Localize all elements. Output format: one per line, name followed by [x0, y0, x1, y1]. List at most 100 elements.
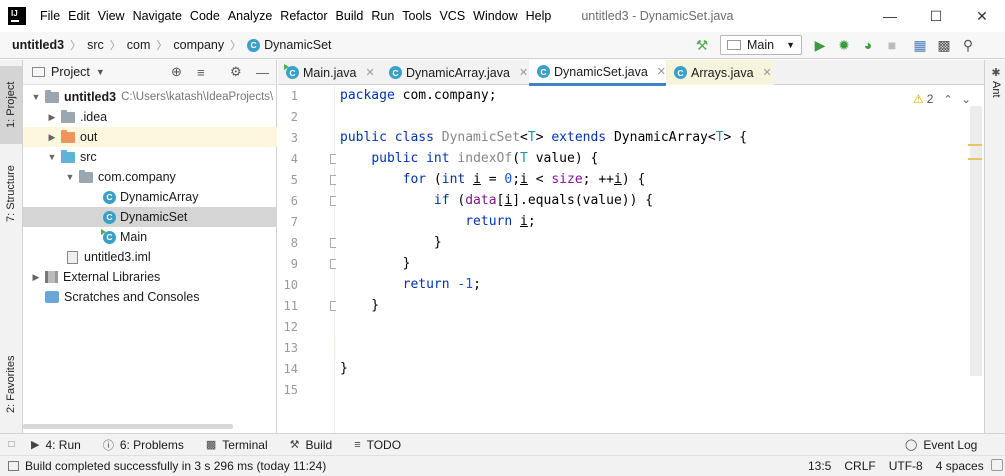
- hide-icon[interactable]: —: [256, 65, 269, 80]
- chevron-up-icon[interactable]: ⌃: [943, 93, 952, 106]
- tool-tab-ant[interactable]: ✱ Ant: [987, 66, 1005, 98]
- menu-build[interactable]: Build: [332, 9, 368, 23]
- locate-icon[interactable]: ⊕: [171, 64, 182, 80]
- tree-item-label: DynamicArray: [120, 190, 199, 204]
- tool-tab-build[interactable]: ⚒ Build: [290, 438, 333, 452]
- breadcrumb-company[interactable]: company: [173, 38, 224, 52]
- chevron-down-icon: ▼: [31, 92, 41, 102]
- line-number: 15: [283, 383, 298, 397]
- breadcrumb-project[interactable]: untitled3: [12, 38, 64, 52]
- menu-code[interactable]: Code: [186, 9, 224, 23]
- run-icon[interactable]: ▶: [808, 33, 832, 57]
- caret-position[interactable]: 13:5: [808, 459, 831, 473]
- warning-count: 2: [926, 92, 934, 106]
- tool-tab-event-log[interactable]: ◯ Event Log: [905, 438, 977, 452]
- chevron-right-icon: 〉: [230, 40, 242, 52]
- menu-vcs[interactable]: VCS: [435, 9, 469, 23]
- close-tab-icon[interactable]: ✕: [366, 66, 375, 79]
- tab-main-java[interactable]: C Main.java ✕: [278, 60, 381, 85]
- inspection-widget[interactable]: ⚠ 2 ⌃ ⌄: [913, 92, 971, 106]
- tool-tab-run[interactable]: ▶ 4: Run: [31, 438, 81, 452]
- tree-item-project-root[interactable]: ▼ untitled3 C:\Users\katash\IdeaProjects…: [23, 87, 277, 107]
- breadcrumb-src[interactable]: src: [87, 38, 104, 52]
- run-configuration-select[interactable]: Main ▼: [720, 35, 803, 55]
- lock-icon[interactable]: [990, 459, 1003, 471]
- line-number: 10: [283, 278, 298, 292]
- tree-item-scratches[interactable]: Scratches and Consoles: [23, 287, 277, 307]
- editor-scrollbar[interactable]: [968, 86, 984, 433]
- menu-navigate[interactable]: Navigate: [129, 9, 186, 23]
- folder-icon: [45, 89, 59, 103]
- warning-marker[interactable]: [968, 144, 982, 146]
- coverage-icon[interactable]: ◕: [856, 33, 880, 57]
- status-toggle-icon[interactable]: [8, 461, 19, 471]
- tree-item-iml[interactable]: untitled3.iml: [23, 247, 277, 267]
- horizontal-scrollbar[interactable]: [23, 424, 233, 429]
- class-icon: C: [103, 210, 116, 224]
- tab-dynamicset-java[interactable]: C DynamicSet.java ✕: [529, 60, 666, 86]
- tool-tab-todo[interactable]: ≡ TODO: [354, 438, 401, 452]
- project-panel-title[interactable]: Project: [51, 65, 90, 79]
- menu-window[interactable]: Window: [469, 9, 521, 23]
- tab-dynamicarray-java[interactable]: C DynamicArray.java ✕: [381, 60, 529, 85]
- tree-item-label: .idea: [80, 110, 108, 124]
- terminal-icon[interactable]: ▩: [932, 33, 956, 57]
- bottom-tool-bar: □ ▶ 4: Run ⓘ 6: Problems ▩ Terminal ⚒ Build …: [0, 433, 1005, 455]
- close-tab-icon[interactable]: ✕: [657, 65, 666, 78]
- tool-tab-structure[interactable]: 7: Structure: [0, 155, 22, 233]
- close-button[interactable]: ✕: [959, 0, 1005, 32]
- menu-analyze[interactable]: Analyze: [224, 9, 276, 23]
- hammer-icon: ⚒: [289, 439, 300, 451]
- menu-help[interactable]: Help: [522, 9, 556, 23]
- close-tab-icon[interactable]: ✕: [519, 66, 528, 79]
- indent-setting[interactable]: 4 spaces: [936, 459, 984, 473]
- menu-refactor[interactable]: Refactor: [276, 9, 331, 23]
- debug-icon[interactable]: ✹: [832, 33, 856, 57]
- editor-tab-bar: C Main.java ✕ C DynamicArray.java ✕ C Dy…: [278, 60, 1005, 86]
- close-tab-icon[interactable]: ✕: [763, 66, 772, 79]
- tree-item-out[interactable]: ▶ out: [23, 127, 277, 147]
- code-editor[interactable]: package com.company; public class Dynami…: [336, 86, 971, 433]
- tree-item-idea[interactable]: ▶ .idea: [23, 107, 277, 127]
- chevron-down-icon[interactable]: ▼: [96, 67, 105, 77]
- menu-file[interactable]: File: [36, 9, 64, 23]
- line-separator[interactable]: CRLF: [844, 459, 875, 473]
- tool-tab-problems[interactable]: ⓘ 6: Problems: [103, 437, 184, 453]
- tree-item-dynamicarray[interactable]: C DynamicArray: [23, 187, 277, 207]
- collapse-all-icon[interactable]: ≡: [197, 65, 205, 80]
- project-path: C:\Users\katash\IdeaProjects\: [121, 91, 274, 103]
- tool-tab-favorites[interactable]: 2: Favorites: [0, 344, 22, 424]
- menu-tools[interactable]: Tools: [398, 9, 435, 23]
- tool-tab-terminal-label: Terminal: [222, 437, 268, 452]
- tab-arrays-java[interactable]: C Arrays.java ✕: [666, 60, 774, 85]
- tree-item-src[interactable]: ▼ src: [23, 147, 277, 167]
- code-line-3: public class DynamicSet<T> extends Dynam…: [340, 130, 748, 145]
- breadcrumb-class[interactable]: DynamicSet: [264, 38, 331, 52]
- gear-icon[interactable]: ⚙: [230, 64, 242, 80]
- build-hammer-icon[interactable]: ⚒: [690, 33, 714, 57]
- tree-item-main[interactable]: C Main: [23, 227, 277, 247]
- file-encoding[interactable]: UTF-8: [889, 459, 923, 473]
- minimize-button[interactable]: —: [867, 0, 913, 32]
- code-line-5: for (int i = 0;i < size; ++i) {: [402, 172, 646, 187]
- tree-item-package[interactable]: ▼ com.company: [23, 167, 277, 187]
- library-icon: [45, 271, 58, 283]
- menu-edit[interactable]: Edit: [64, 9, 94, 23]
- tree-item-dynamicset[interactable]: C DynamicSet: [23, 207, 277, 227]
- menu-run[interactable]: Run: [367, 9, 398, 23]
- project-structure-icon[interactable]: ▦: [908, 33, 932, 57]
- scrollbar-thumb[interactable]: [970, 106, 982, 376]
- search-icon[interactable]: ⚲: [956, 33, 980, 57]
- warning-marker[interactable]: [968, 158, 982, 160]
- tool-windows-icon[interactable]: □: [0, 434, 23, 455]
- status-message[interactable]: Build completed successfully in 3 s 296 …: [25, 459, 326, 473]
- tool-tab-terminal[interactable]: ▩ Terminal: [206, 438, 268, 452]
- stop-icon[interactable]: ■: [880, 33, 904, 57]
- menu-view[interactable]: View: [94, 9, 129, 23]
- maximize-button[interactable]: ☐: [913, 0, 959, 32]
- tool-tab-project[interactable]: 1: Project: [0, 66, 22, 144]
- tree-item-external-libraries[interactable]: ▶ External Libraries: [23, 267, 277, 287]
- breadcrumb-com[interactable]: com: [127, 38, 151, 52]
- tab-label: Main.java: [303, 65, 357, 80]
- terminal-icon: ▩: [205, 439, 217, 451]
